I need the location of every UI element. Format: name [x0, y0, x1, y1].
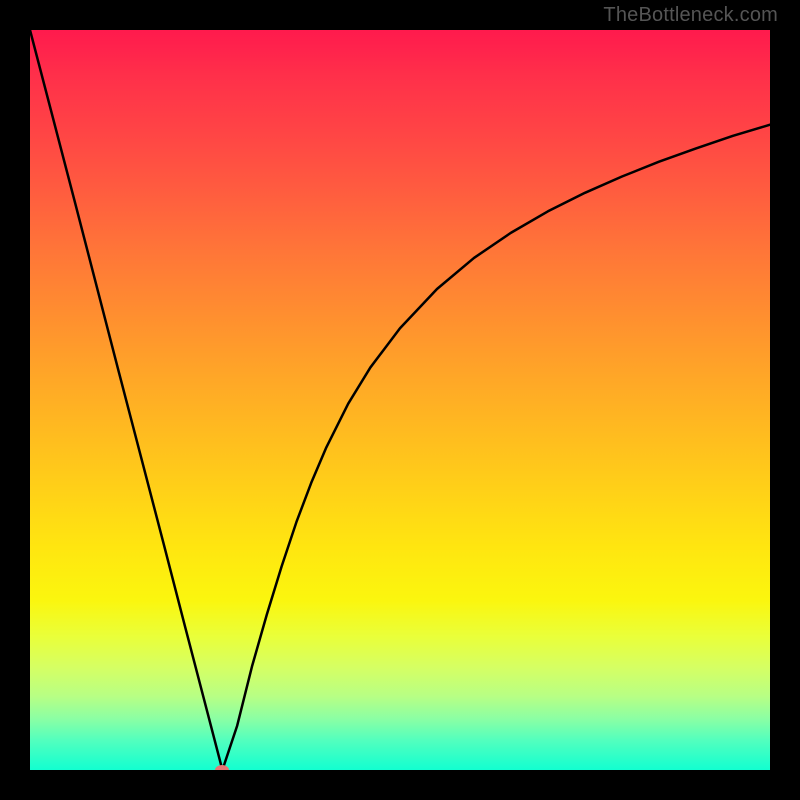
vertex-marker — [215, 765, 229, 770]
plot-area — [30, 30, 770, 770]
chart-frame: TheBottleneck.com — [0, 0, 800, 800]
bottleneck-curve — [30, 30, 770, 770]
curve-layer — [30, 30, 770, 770]
watermark-text: TheBottleneck.com — [603, 4, 778, 27]
